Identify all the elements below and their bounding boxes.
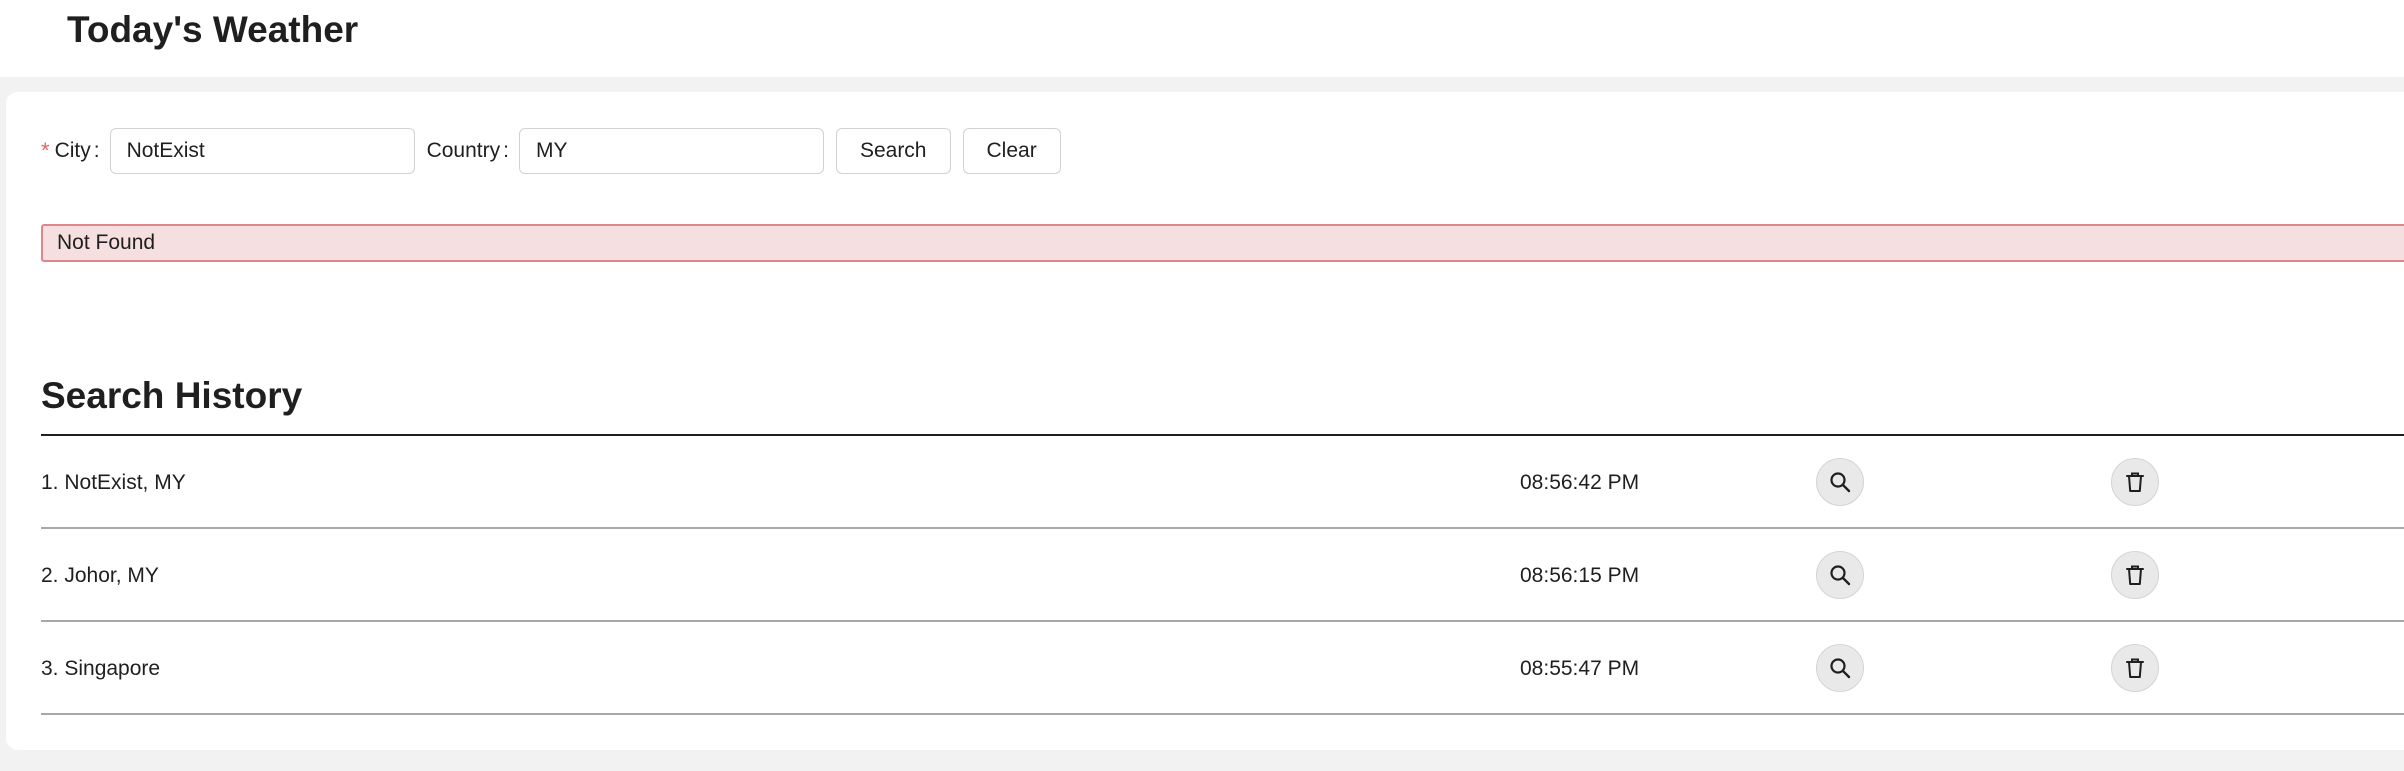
history-location: 3. Singapore [41,656,161,680]
required-mark: * [41,138,50,163]
clear-button[interactable]: Clear [962,128,1061,174]
not-found-alert: Not Found [41,224,2404,262]
search-history-title: Search History [41,375,303,416]
history-delete-button[interactable] [2111,458,2159,506]
search-button[interactable]: Search [835,128,951,174]
city-input[interactable]: NotExist [109,128,415,174]
trash-icon [2126,565,2144,585]
history-search-button[interactable] [1816,644,1864,692]
history-delete-button[interactable] [2111,644,2159,692]
city-label: City [54,139,91,162]
history-row: 2. Johor, MY 08:56:15 PM [41,529,2404,622]
page-title: Today's Weather [67,9,359,50]
search-form: * City : NotExist Country : MY Search Cl… [41,128,1061,174]
top-bar: Today's Weather [0,0,2404,77]
search-icon [1830,472,1851,493]
country-label-colon: : [503,139,509,162]
history-location: 1. NotExist, MY [41,470,186,494]
history-time: 08:55:47 PM [1520,656,1640,680]
country-input[interactable]: MY [518,128,824,174]
history-row: 3. Singapore 08:55:47 PM [41,622,2404,715]
search-icon [1830,658,1851,679]
history-location: 2. Johor, MY [41,563,159,587]
country-label: Country [426,139,501,162]
history-row: 1. NotExist, MY 08:56:42 PM [41,436,2404,529]
history-time: 08:56:15 PM [1520,563,1640,587]
history-delete-button[interactable] [2111,551,2159,599]
trash-icon [2126,658,2144,678]
history-search-button[interactable] [1816,458,1864,506]
search-icon [1830,565,1851,586]
history-search-button[interactable] [1816,551,1864,599]
history-time: 08:56:42 PM [1520,470,1640,494]
city-label-colon: : [93,139,100,162]
trash-icon [2126,472,2144,492]
